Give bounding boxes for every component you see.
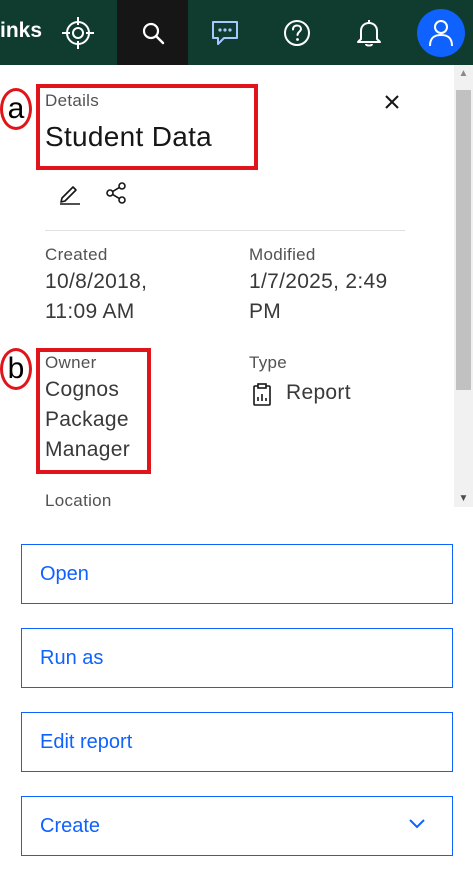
modified-value: 1/7/2025, 2:49 PM [249,267,388,327]
create-dropdown-button[interactable]: Create [21,796,453,856]
notifications-button[interactable] [340,0,398,65]
annotation-box-b [36,348,151,474]
avatar [417,8,465,57]
chevron-down-icon [409,819,425,829]
open-button-label: Open [40,562,89,585]
search-icon [142,22,164,44]
type-value: Report [286,381,351,404]
close-button[interactable] [379,89,405,115]
annotation-marker-b: b [0,348,32,390]
target-icon [62,16,94,49]
create-button-label: Create [40,814,101,837]
panel-scrollbar[interactable]: ▲ ▼ [454,65,473,507]
details-panel: Details Student Data Created 10/8/2018, … [0,65,473,507]
notification-icon [357,19,381,46]
top-navigation-bar: inks [0,0,473,65]
created-label: Created [45,245,108,264]
report-icon [253,383,271,406]
annotation-box-a [36,84,258,170]
share-icon [106,182,126,204]
help-button[interactable] [268,0,326,65]
help-icon [284,19,310,46]
brand-name-fragment[interactable]: inks [0,17,42,45]
chat-button[interactable] [196,0,254,65]
scroll-down-arrow-icon[interactable]: ▼ [454,490,473,507]
run-as-button-label: Run as [40,646,104,669]
edit-report-button-label: Edit report [40,730,133,753]
user-profile-button[interactable] [412,0,470,65]
divider [45,230,405,231]
type-label: Type [249,353,288,372]
modified-label: Modified [249,245,316,264]
scroll-up-arrow-icon[interactable]: ▲ [454,65,473,82]
modified-date: 1/7/2025, 2:49 [249,270,388,293]
run-as-button[interactable]: Run as [21,628,453,688]
scroll-thumb[interactable] [456,90,471,390]
share-button[interactable] [102,179,130,207]
location-label: Location [45,491,112,507]
created-value: 10/8/2018, 11:09 AM [45,267,147,327]
open-button[interactable]: Open [21,544,453,604]
edit-report-button[interactable]: Edit report [21,712,453,772]
search-button[interactable] [117,0,188,65]
edit-button[interactable] [55,179,83,207]
annotation-marker-a: a [0,88,32,130]
target-button[interactable] [49,0,107,65]
user-avatar-icon [429,19,453,46]
chat-icon [212,20,238,45]
created-date: 10/8/2018, [45,270,148,293]
edit-pencil-icon [60,186,80,205]
close-icon [385,95,399,109]
created-time: 11:09 AM [45,300,135,323]
modified-time: PM [249,300,282,323]
